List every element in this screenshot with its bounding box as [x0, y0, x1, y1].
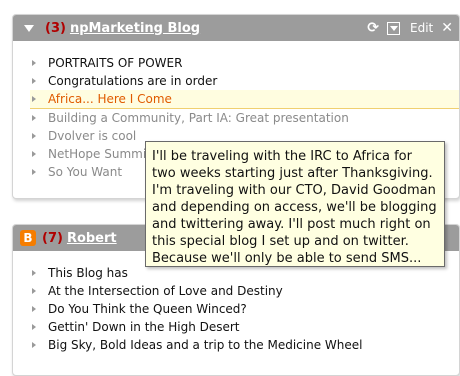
list-item[interactable]: Building a Community, Part IA: Great pre… [30, 109, 459, 127]
list-item[interactable]: Congratulations are in order [30, 72, 459, 90]
edit-button[interactable]: Edit [410, 21, 433, 35]
refresh-icon[interactable]: ⟳ [367, 20, 379, 36]
list-item-hovered[interactable]: Africa... Here I Come [30, 90, 459, 109]
unread-count: (7) [42, 230, 63, 246]
widget-title-link[interactable]: npMarketing Blog [70, 21, 200, 36]
list-item[interactable]: At the Intersection of Love and Destiny [30, 282, 459, 300]
widget-title-link[interactable]: Robert [67, 231, 117, 246]
collapse-triangle-icon[interactable] [24, 24, 34, 32]
blogger-icon: B [20, 230, 36, 246]
header-controls: ⟳ Edit ✕ [359, 15, 453, 41]
post-preview-tooltip: I'll be traveling with the IRC to Africa… [145, 141, 445, 267]
list-item[interactable]: Gettin' Down in the High Desert [30, 318, 459, 336]
close-icon[interactable]: ✕ [441, 20, 453, 36]
dropdown-menu-icon[interactable] [387, 21, 401, 35]
list-item[interactable]: Do You Think the Queen Winced? [30, 300, 459, 318]
unread-count: (3) [45, 20, 66, 36]
list-item[interactable]: Big Sky, Bold Ideas and a trip to the Me… [30, 336, 459, 354]
list-item[interactable]: PORTRAITS OF POWER [30, 54, 459, 72]
widget-header: (3) npMarketing Blog ⟳ Edit ✕ [13, 15, 459, 41]
